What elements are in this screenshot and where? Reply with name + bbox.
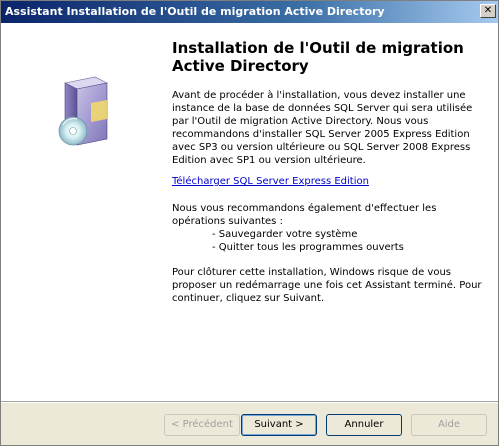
wizard-content: Installation de l'Outil de migration Act…: [162, 23, 498, 401]
footer-separator: [1, 401, 498, 403]
wizard-window: Assistant Installation de l'Outil de mig…: [0, 0, 499, 446]
closing-text: Pour clôturer cette installation, Window…: [172, 267, 482, 304]
list-item: - Sauvegarder votre système: [212, 229, 358, 240]
page-title: Installation de l'Outil de migration Act…: [172, 39, 464, 75]
intro-text: Avant de procéder à l'installation, vous…: [172, 90, 473, 166]
back-button[interactable]: < Précédent: [164, 414, 240, 436]
recommend-text: Nous vous recommandons également d'effec…: [172, 203, 437, 227]
title-bar: Assistant Installation de l'Outil de mig…: [1, 1, 498, 23]
software-box-cd-icon: [58, 76, 108, 146]
window-title: Assistant Installation de l'Outil de mig…: [5, 5, 385, 18]
download-sql-link[interactable]: Télécharger SQL Server Express Edition: [172, 175, 369, 188]
cancel-button[interactable]: Annuler: [326, 414, 402, 436]
help-button[interactable]: Aide: [411, 414, 487, 436]
wizard-side-panel: [1, 23, 162, 401]
operations-list: - Sauvegarder votre système - Quitter to…: [172, 228, 486, 254]
list-item: - Quitter tous les programmes ouverts: [212, 242, 404, 253]
next-button[interactable]: Suivant >: [241, 414, 317, 436]
close-icon: ✕: [483, 5, 493, 16]
close-button[interactable]: ✕: [480, 4, 496, 18]
